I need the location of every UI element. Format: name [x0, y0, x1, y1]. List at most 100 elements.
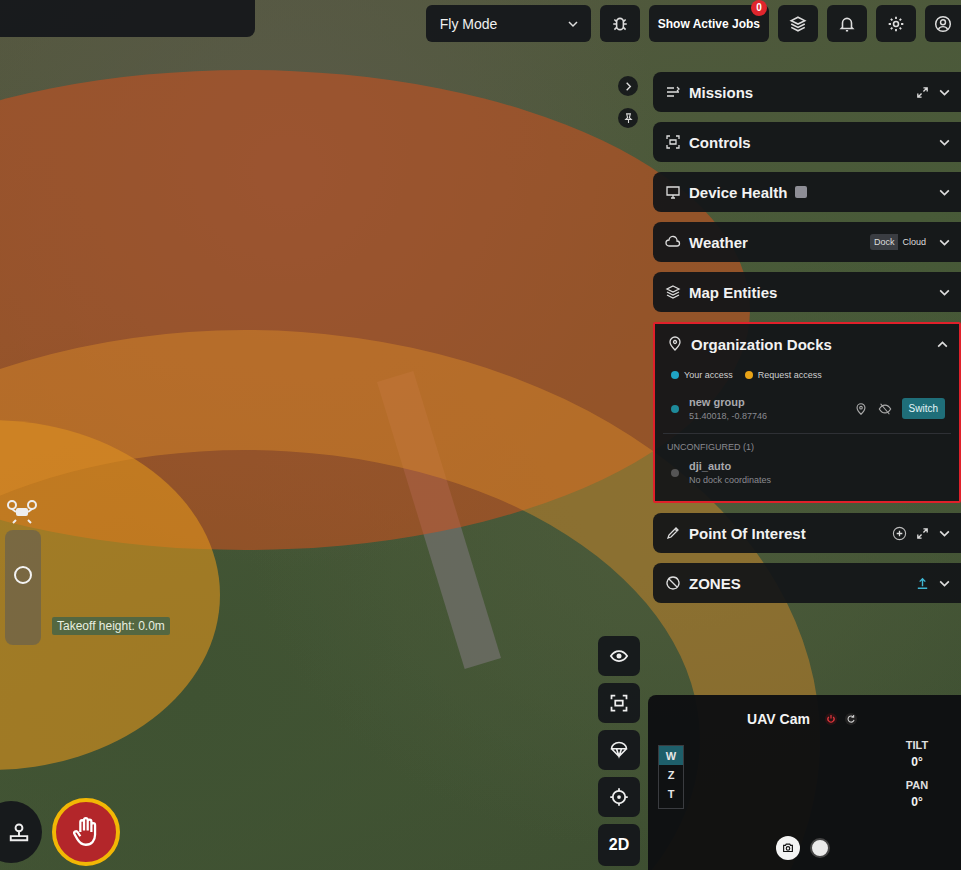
active-jobs-button[interactable]: Show Active Jobs 0 — [649, 5, 769, 42]
emergency-stop-button[interactable] — [52, 798, 120, 866]
gear-icon — [887, 15, 905, 33]
camera-icon — [781, 841, 795, 855]
legend-item: Your access — [671, 370, 733, 380]
layers-button[interactable] — [778, 5, 818, 42]
zoom-modes: WZT — [658, 745, 684, 809]
section-header[interactable]: Map Entities — [653, 272, 961, 312]
dock-status-dot — [671, 405, 679, 413]
notifications-button[interactable] — [827, 5, 867, 42]
dock-row[interactable]: dji_autoNo dock coordinates — [655, 454, 959, 493]
user-icon — [934, 15, 952, 33]
zoom-mode-option[interactable]: Z — [659, 765, 683, 784]
home-dot — [14, 566, 32, 584]
mode-select[interactable]: Fly Mode — [426, 5, 591, 42]
section-header[interactable]: Device Health — [653, 172, 961, 212]
zoom-mode-option[interactable]: T — [659, 784, 683, 803]
legend-dot — [745, 371, 753, 379]
panel-section: Missions — [653, 72, 961, 112]
locate-tool[interactable] — [598, 777, 640, 817]
expand-icon[interactable] — [915, 526, 930, 541]
layers-icon — [789, 15, 807, 33]
collapse-panel-button[interactable] — [618, 76, 638, 96]
section-icon — [665, 284, 681, 300]
top-bar: Fly Mode Show Active Jobs 0 — [0, 0, 961, 42]
chevron-icon[interactable] — [936, 338, 949, 351]
plus-icon[interactable] — [892, 526, 907, 541]
section-icon — [665, 184, 681, 200]
upload-icon[interactable] — [915, 576, 930, 591]
takeoff-height-label: Takeoff height: 0.0m — [52, 617, 170, 635]
parachute-tool[interactable] — [598, 730, 640, 770]
section-icon — [665, 234, 681, 250]
weather-source-toggle[interactable]: DockCloud — [870, 234, 930, 250]
bug-icon — [611, 15, 629, 33]
chevron-icon[interactable] — [938, 136, 951, 149]
section-header[interactable]: Organization Docks — [655, 324, 959, 364]
hand-icon — [69, 815, 103, 849]
settings-button[interactable] — [876, 5, 916, 42]
user-button[interactable] — [925, 5, 961, 42]
view-tool[interactable] — [598, 636, 640, 676]
pin-panel-button[interactable] — [618, 108, 638, 128]
dock-view-button[interactable] — [0, 801, 42, 863]
access-legend: Your access Request access — [655, 364, 959, 390]
gimbal-reading: PAN0° — [906, 779, 928, 809]
chevron-icon[interactable] — [938, 286, 951, 299]
view-mode-button[interactable]: 2D — [598, 824, 640, 866]
bell-icon — [838, 15, 856, 33]
eye-icon — [609, 646, 629, 666]
debug-button[interactable] — [600, 5, 640, 42]
drone-control-app: Takeoff height: 0.0m Fly Mode Show Active … — [0, 0, 961, 870]
chevron-down-icon — [567, 18, 579, 30]
jobs-badge: 0 — [751, 0, 767, 16]
chevron-icon[interactable] — [938, 527, 951, 540]
dock-status-dot — [671, 469, 679, 477]
drone-marker-pole — [5, 530, 41, 645]
chevron-icon[interactable] — [938, 86, 951, 99]
section-icon — [665, 84, 681, 100]
legend-item: Request access — [745, 370, 822, 380]
refresh-icon[interactable] — [844, 712, 858, 726]
top-actions: Fly Mode Show Active Jobs 0 — [426, 5, 961, 42]
camera-header: UAV Cam — [658, 711, 947, 727]
chevron-icon[interactable] — [938, 186, 951, 199]
expand-icon[interactable] — [915, 85, 930, 100]
health-status-box — [795, 186, 807, 198]
dock-icon — [8, 821, 30, 843]
weather-source-option[interactable]: Dock — [870, 234, 899, 250]
panel-section: Device Health — [653, 172, 961, 212]
section-header[interactable]: Controls — [653, 122, 961, 162]
section-header[interactable]: ZONES — [653, 563, 961, 603]
chevron-right-icon — [623, 81, 634, 92]
panel-section: ZONES — [653, 563, 961, 603]
power-icon[interactable] — [824, 712, 838, 726]
photo-button[interactable] — [776, 836, 800, 860]
camera-actions — [658, 836, 947, 860]
frame-icon — [609, 693, 629, 713]
chevron-icon[interactable] — [938, 236, 951, 249]
zoom-mode-option[interactable]: W — [659, 746, 683, 765]
legend-dot — [671, 371, 679, 379]
frame-tool[interactable] — [598, 683, 640, 723]
section-header[interactable]: WeatherDockCloud — [653, 222, 961, 262]
weather-source-option[interactable]: Cloud — [898, 234, 930, 250]
drone-icon[interactable] — [6, 500, 38, 524]
panel-toggles — [618, 76, 638, 128]
dock-row[interactable]: new group51.40018, -0.87746Switch — [655, 390, 959, 429]
gimbal-readings: TILT0° PAN0° — [887, 739, 947, 809]
chevron-icon[interactable] — [938, 577, 951, 590]
search-field[interactable] — [0, 0, 255, 37]
camera-panel: UAV Cam WZT TILT0° PAN0° — [648, 695, 961, 870]
section-header[interactable]: Point Of Interest — [653, 513, 961, 553]
panel-section: Point Of Interest — [653, 513, 961, 553]
gimbal-reading: TILT0° — [906, 739, 928, 769]
locate-pin-icon[interactable] — [854, 402, 868, 416]
bottom-controls — [0, 798, 120, 866]
panel-section: Organization Docks Your access Request acc… — [653, 322, 961, 503]
eye-off-icon[interactable] — [878, 402, 892, 416]
panel-section: Controls — [653, 122, 961, 162]
divider — [663, 433, 951, 434]
record-button[interactable] — [810, 838, 830, 858]
switch-dock-button[interactable]: Switch — [902, 398, 945, 419]
section-header[interactable]: Missions — [653, 72, 961, 112]
